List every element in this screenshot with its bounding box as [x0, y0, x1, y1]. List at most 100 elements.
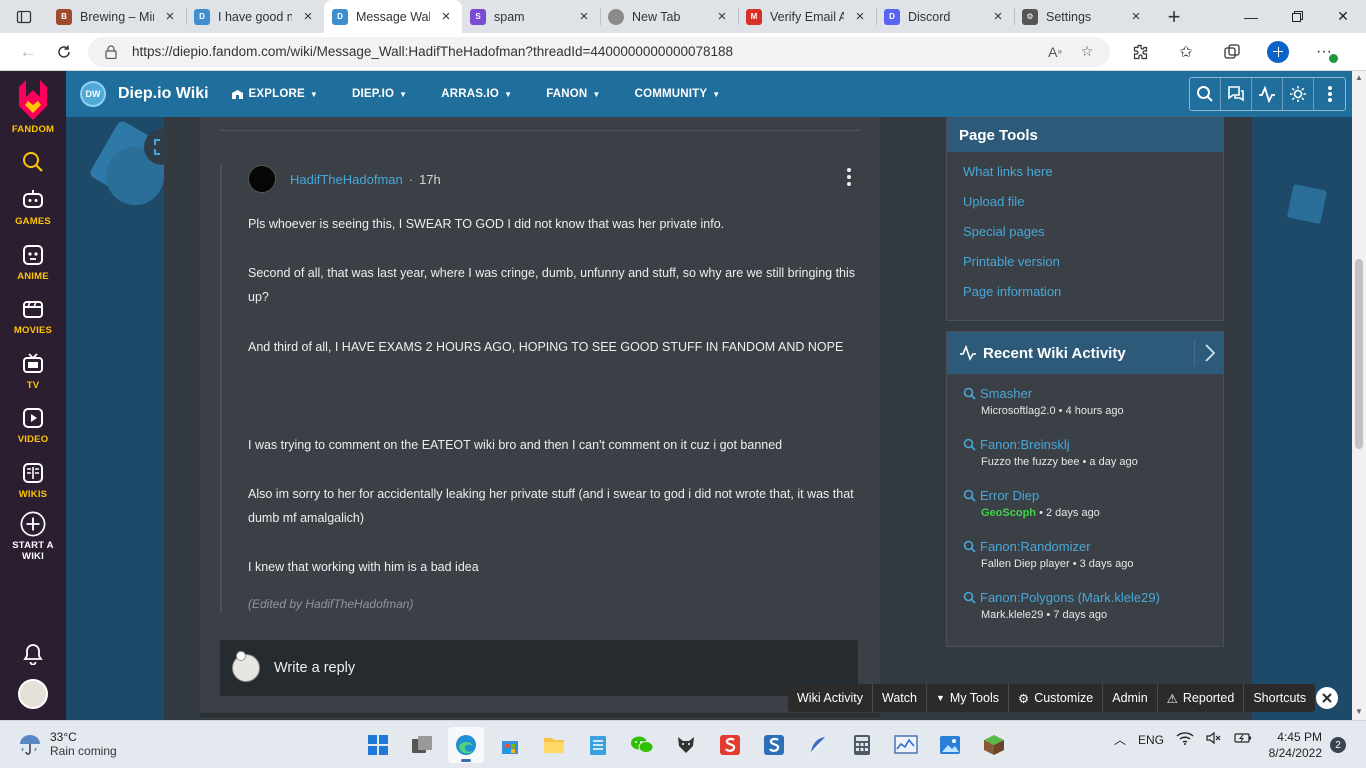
taskbar-clock[interactable]: 4:45 PM 8/24/2022 [1258, 729, 1322, 761]
taskbar-store[interactable] [492, 727, 528, 763]
browser-tab[interactable]: D I have good n × [186, 0, 324, 33]
taskbar-feather-app[interactable] [800, 727, 836, 763]
toolbar-my-tools[interactable]: ▼ My Tools [927, 684, 1009, 712]
more-options-button[interactable] [1314, 78, 1345, 110]
nav-explore[interactable]: EXPLORE ▼ [231, 88, 318, 100]
activity-user-link[interactable]: Fallen Diep player [981, 558, 1070, 570]
taskbar-performance-monitor[interactable] [888, 727, 924, 763]
nav-arrasio[interactable]: ARRAS.IO ▼ [441, 88, 512, 100]
show-hidden-icons-button[interactable]: ︿ [1114, 731, 1126, 748]
fandom-search-button[interactable] [0, 151, 66, 173]
scroll-up-icon[interactable]: ▲ [1355, 73, 1363, 82]
wiki-name-link[interactable]: Diep.io Wiki [118, 85, 209, 103]
toolbar-watch[interactable]: Watch [873, 684, 927, 712]
activity-page-link[interactable]: Fanon:Polygons (Mark.klele29) [963, 590, 1160, 605]
tab-close-icon[interactable]: × [162, 8, 178, 25]
taskbar-file-explorer[interactable] [536, 727, 572, 763]
input-language-indicator[interactable]: ENG [1138, 733, 1164, 747]
new-tab-button[interactable]: + [1156, 0, 1192, 33]
discussions-button[interactable] [1221, 78, 1252, 110]
fandom-nav-movies[interactable]: MOVIES [0, 296, 66, 336]
activity-user-link[interactable]: GeoScoph [981, 507, 1036, 519]
browser-tab[interactable]: New Tab × [600, 0, 738, 33]
toolbar-close-button[interactable] [1316, 687, 1338, 709]
nav-community[interactable]: COMMUNITY ▼ [635, 88, 721, 100]
link-what-links-here[interactable]: What links here [963, 164, 1053, 179]
browser-tab[interactable]: B Brewing – Mir × [48, 0, 186, 33]
notification-center-badge[interactable]: 2 [1330, 737, 1346, 753]
post-author-link[interactable]: HadifTheHadofman [290, 172, 403, 187]
start-button[interactable] [360, 727, 396, 763]
taskbar-blue-s-app[interactable] [756, 727, 792, 763]
user-avatar-button[interactable] [0, 679, 66, 709]
scroll-thumb[interactable] [1355, 259, 1363, 449]
extensions-button[interactable] [1118, 33, 1162, 71]
taskbar-wolf-app[interactable] [668, 727, 704, 763]
browser-tab[interactable]: Sspam × [462, 0, 600, 33]
toolbar-customize[interactable]: ⚙ Customize [1009, 684, 1104, 712]
link-upload-file[interactable]: Upload file [963, 194, 1024, 209]
recent-activity-more-button[interactable] [1205, 344, 1216, 365]
activity-user-link[interactable]: Mark.klele29 [981, 609, 1043, 621]
scroll-down-icon[interactable]: ▼ [1355, 707, 1363, 716]
taskbar-scratch-app[interactable] [712, 727, 748, 763]
add-favorite-icon[interactable]: ☆ [1076, 43, 1098, 60]
refresh-button[interactable] [46, 33, 82, 71]
browser-tab[interactable]: D Message Wal × [324, 0, 462, 33]
taskbar-wechat[interactable] [624, 727, 660, 763]
task-view-button[interactable] [404, 727, 440, 763]
browser-tab[interactable]: M Verify Email A × [738, 0, 876, 33]
activity-page-link[interactable]: Error Diep [963, 488, 1100, 503]
activity-user-link[interactable]: Microsoftlag2.0 [981, 405, 1056, 417]
link-page-information[interactable]: Page information [963, 284, 1061, 299]
reply-input[interactable]: Write a reply [220, 640, 858, 696]
activity-page-link[interactable]: Fanon:Breinsklj [963, 437, 1138, 452]
fandom-logo[interactable]: FANDOM [0, 79, 66, 135]
profile-button[interactable] [1256, 33, 1300, 71]
url-text[interactable]: https://diepio.fandom.com/wiki/Message_W… [132, 44, 1034, 59]
fandom-nav-games[interactable]: GAMES [0, 187, 66, 227]
activity-page-link[interactable]: Fanon:Randomizer [963, 539, 1133, 554]
recent-changes-button[interactable] [1252, 78, 1283, 110]
fandom-nav-tv[interactable]: TV [0, 351, 66, 391]
link-printable-version[interactable]: Printable version [963, 254, 1060, 269]
toolbar-wiki-activity[interactable]: Wiki Activity [788, 684, 873, 712]
tab-close-icon[interactable]: × [990, 8, 1006, 25]
tab-close-icon[interactable]: × [438, 8, 454, 25]
post-author-avatar[interactable] [248, 165, 276, 193]
link-special-pages[interactable]: Special pages [963, 224, 1045, 239]
tab-close-icon[interactable]: × [1128, 8, 1144, 25]
back-button[interactable]: ← [10, 33, 46, 71]
post-options-button[interactable] [840, 167, 858, 187]
restore-button[interactable] [1274, 0, 1320, 33]
collections-button[interactable] [1210, 33, 1254, 71]
nav-diepio[interactable]: DIEP.IO ▼ [352, 88, 407, 100]
battery-charging-icon[interactable] [1234, 732, 1252, 747]
tab-close-icon[interactable]: × [714, 8, 730, 25]
read-aloud-icon[interactable]: A» [1044, 44, 1066, 60]
toolbar-shortcuts[interactable]: Shortcuts [1244, 684, 1315, 712]
activity-page-link[interactable]: Smasher [963, 386, 1124, 401]
taskbar-edge[interactable] [448, 727, 484, 763]
toolbar-admin[interactable]: Admin [1103, 684, 1158, 712]
toolbar-reported[interactable]: ⚠ Reported [1158, 684, 1245, 712]
minimize-button[interactable]: — [1228, 0, 1274, 33]
volume-muted-icon[interactable] [1206, 731, 1222, 748]
activity-user-link[interactable]: Fuzzo the fuzzy bee [981, 456, 1079, 468]
recent-activity-title[interactable]: Recent Wiki Activity [983, 345, 1126, 362]
tab-close-icon[interactable]: × [300, 8, 316, 25]
close-window-button[interactable]: ✕ [1320, 0, 1366, 33]
tab-close-icon[interactable]: × [852, 8, 868, 25]
taskbar-minecraft[interactable] [976, 727, 1012, 763]
nav-fanon[interactable]: FANON ▼ [546, 88, 600, 100]
settings-more-button[interactable]: ··· [1302, 33, 1346, 71]
taskbar-calculator[interactable] [844, 727, 880, 763]
browser-tab[interactable]: ⚙ Settings × [1014, 0, 1152, 33]
page-scrollbar[interactable]: ▲ ▼ [1352, 71, 1366, 720]
fandom-nav-anime[interactable]: ANIME [0, 242, 66, 282]
fandom-nav-wikis[interactable]: WIKIS [0, 460, 66, 500]
tab-close-icon[interactable]: × [576, 8, 592, 25]
tab-actions-button[interactable] [0, 0, 48, 33]
notifications-button[interactable] [0, 643, 66, 665]
wifi-icon[interactable] [1176, 731, 1194, 748]
